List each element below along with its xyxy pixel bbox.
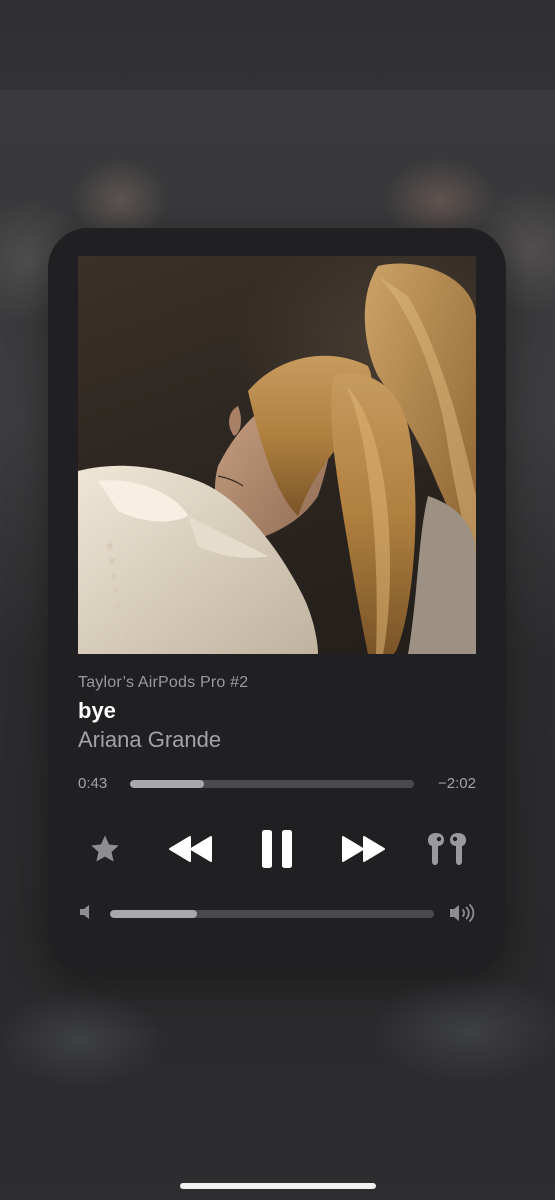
- now-playing-card: Taylor’s AirPods Pro #2 bye Ariana Grand…: [48, 228, 506, 974]
- track-title[interactable]: bye: [78, 698, 116, 724]
- fast-forward-icon: [342, 836, 385, 862]
- output-device-label: Taylor’s AirPods Pro #2: [78, 674, 249, 691]
- background-band: [0, 90, 555, 210]
- speaker-low-icon: [76, 902, 96, 922]
- play-pause-button[interactable]: [254, 826, 300, 872]
- rewind-icon: [169, 836, 212, 862]
- pause-icon: [262, 830, 292, 868]
- playback-progress-fill: [130, 780, 204, 788]
- home-indicator[interactable]: [180, 1183, 376, 1189]
- airpods-pro-icon: [428, 833, 466, 865]
- remaining-time: −2:02: [438, 775, 476, 792]
- fast-forward-button[interactable]: [338, 830, 388, 868]
- album-artwork[interactable]: [78, 256, 476, 654]
- playback-scrubber[interactable]: [130, 780, 414, 788]
- volume-level-fill: [110, 910, 198, 918]
- star-icon: [91, 835, 119, 862]
- rewind-button[interactable]: [166, 830, 216, 868]
- volume-slider[interactable]: [110, 910, 434, 918]
- audio-output-button[interactable]: [424, 828, 470, 870]
- album-artwork-illustration: [78, 263, 476, 654]
- favorite-button[interactable]: [86, 830, 124, 868]
- elapsed-time: 0:43: [78, 775, 108, 792]
- track-artist[interactable]: Ariana Grande: [78, 727, 221, 753]
- speaker-high-icon: [448, 902, 478, 924]
